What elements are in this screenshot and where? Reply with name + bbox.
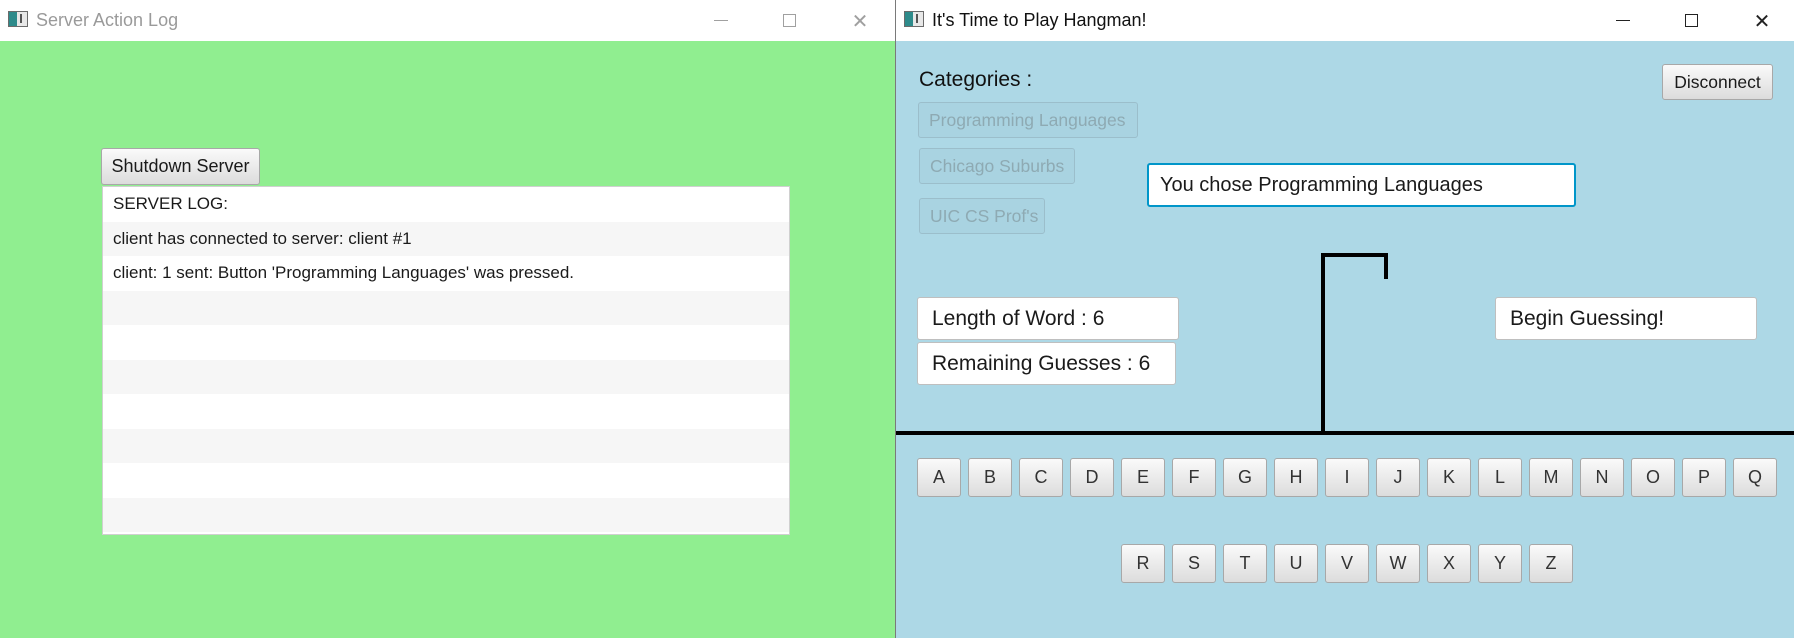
log-row[interactable] <box>103 359 789 394</box>
server-content: Shutdown Server SERVER LOG: client has c… <box>0 41 895 638</box>
log-row[interactable]: SERVER LOG: <box>103 187 789 222</box>
letter-q-button[interactable]: Q <box>1733 458 1777 497</box>
shutdown-server-button[interactable]: Shutdown Server <box>101 148 260 185</box>
log-row[interactable] <box>103 394 789 429</box>
guess-status-field[interactable]: Begin Guessing! <box>1495 297 1757 340</box>
letter-c-button[interactable]: C <box>1019 458 1063 497</box>
letter-y-button[interactable]: Y <box>1478 544 1522 583</box>
hangman-window-title: It's Time to Play Hangman! <box>932 10 1147 30</box>
minimize-icon[interactable] <box>1591 0 1655 41</box>
letter-x-button[interactable]: X <box>1427 544 1471 583</box>
maximize-icon[interactable] <box>757 0 821 41</box>
log-row[interactable] <box>103 497 789 532</box>
letter-i-button[interactable]: I <box>1325 458 1369 497</box>
gallows-frame <box>1321 253 1388 433</box>
letter-u-button[interactable]: U <box>1274 544 1318 583</box>
server-log-list[interactable]: SERVER LOG: client has connected to serv… <box>102 186 790 535</box>
remaining-guesses-field[interactable]: Remaining Guesses : 6 <box>917 342 1176 385</box>
hangman-content: Categories : Programming Languages Chica… <box>896 41 1794 638</box>
log-row[interactable] <box>103 428 789 463</box>
letter-o-button[interactable]: O <box>1631 458 1675 497</box>
word-length-field[interactable]: Length of Word : 6 <box>917 297 1179 340</box>
letter-r-button[interactable]: R <box>1121 544 1165 583</box>
letter-h-button[interactable]: H <box>1274 458 1318 497</box>
close-icon[interactable]: ✕ <box>828 0 892 41</box>
letter-l-button[interactable]: L <box>1478 458 1522 497</box>
letter-g-button[interactable]: G <box>1223 458 1267 497</box>
server-titlebar[interactable]: Server Action Log ✕ <box>0 0 895 41</box>
hangman-titlebar[interactable]: It's Time to Play Hangman! ✕ <box>896 0 1794 41</box>
log-row[interactable]: client: 1 sent: Button 'Programming Lang… <box>103 256 789 291</box>
letter-p-button[interactable]: P <box>1682 458 1726 497</box>
server-window: Server Action Log ✕ Shutdown Server SERV… <box>0 0 895 638</box>
log-row[interactable] <box>103 463 789 498</box>
letter-n-button[interactable]: N <box>1580 458 1624 497</box>
letter-w-button[interactable]: W <box>1376 544 1420 583</box>
letter-z-button[interactable]: Z <box>1529 544 1573 583</box>
log-row[interactable] <box>103 290 789 325</box>
app-icon <box>8 11 28 27</box>
app-icon <box>904 11 924 27</box>
letter-b-button[interactable]: B <box>968 458 1012 497</box>
log-row[interactable]: client has connected to server: client #… <box>103 221 789 256</box>
maximize-icon[interactable] <box>1659 0 1723 41</box>
letter-v-button[interactable]: V <box>1325 544 1369 583</box>
letter-f-button[interactable]: F <box>1172 458 1216 497</box>
letter-j-button[interactable]: J <box>1376 458 1420 497</box>
letter-k-button[interactable]: K <box>1427 458 1471 497</box>
letter-e-button[interactable]: E <box>1121 458 1165 497</box>
minimize-icon[interactable] <box>689 0 753 41</box>
server-window-title: Server Action Log <box>36 10 179 30</box>
letter-a-button[interactable]: A <box>917 458 961 497</box>
hangman-window: It's Time to Play Hangman! ✕ Categories … <box>896 0 1794 638</box>
letter-t-button[interactable]: T <box>1223 544 1267 583</box>
close-icon[interactable]: ✕ <box>1730 0 1794 41</box>
letter-m-button[interactable]: M <box>1529 458 1573 497</box>
letter-s-button[interactable]: S <box>1172 544 1216 583</box>
letter-d-button[interactable]: D <box>1070 458 1114 497</box>
log-row[interactable] <box>103 325 789 360</box>
